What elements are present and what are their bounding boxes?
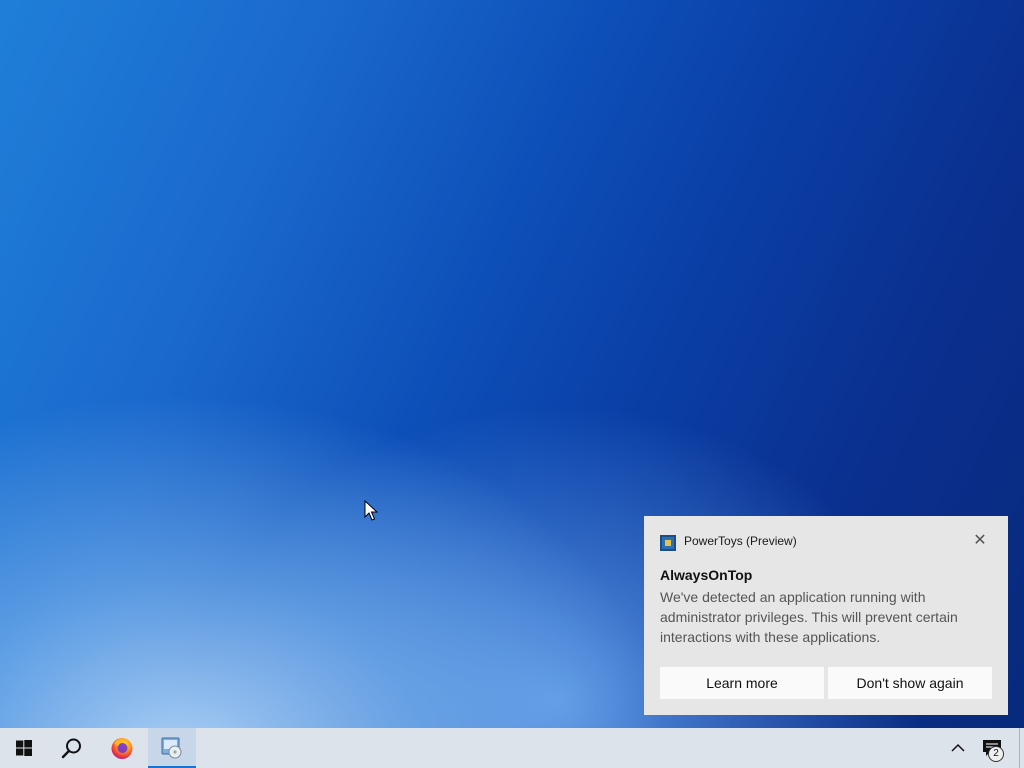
toast-app-name: PowerToys (Preview) — [684, 534, 797, 548]
active-app-taskbar-button[interactable] — [148, 728, 196, 768]
show-hidden-icons-button[interactable] — [940, 728, 976, 768]
show-desktop-button[interactable] — [1019, 728, 1020, 768]
dont-show-again-button[interactable]: Don't show again — [828, 667, 992, 699]
start-button[interactable] — [0, 728, 48, 768]
search-button[interactable] — [48, 728, 96, 768]
notification-toast: PowerToys (Preview) ✕ AlwaysOnTop We've … — [644, 516, 1008, 715]
notification-count-badge: 2 — [988, 746, 1004, 762]
taskbar — [0, 728, 1024, 768]
chevron-up-icon — [951, 743, 965, 752]
firefox-icon — [111, 738, 133, 759]
search-icon — [61, 738, 81, 759]
close-icon[interactable]: ✕ — [972, 532, 988, 550]
powertoys-icon — [660, 535, 676, 551]
toast-body: We've detected an application running wi… — [660, 589, 958, 645]
windows-start-icon — [16, 740, 32, 756]
learn-more-button[interactable]: Learn more — [660, 667, 824, 699]
toast-title: AlwaysOnTop — [660, 567, 753, 583]
firefox-taskbar-button[interactable] — [98, 728, 146, 768]
mouse-pointer-icon — [364, 500, 378, 521]
app-cd-icon — [161, 737, 182, 759]
